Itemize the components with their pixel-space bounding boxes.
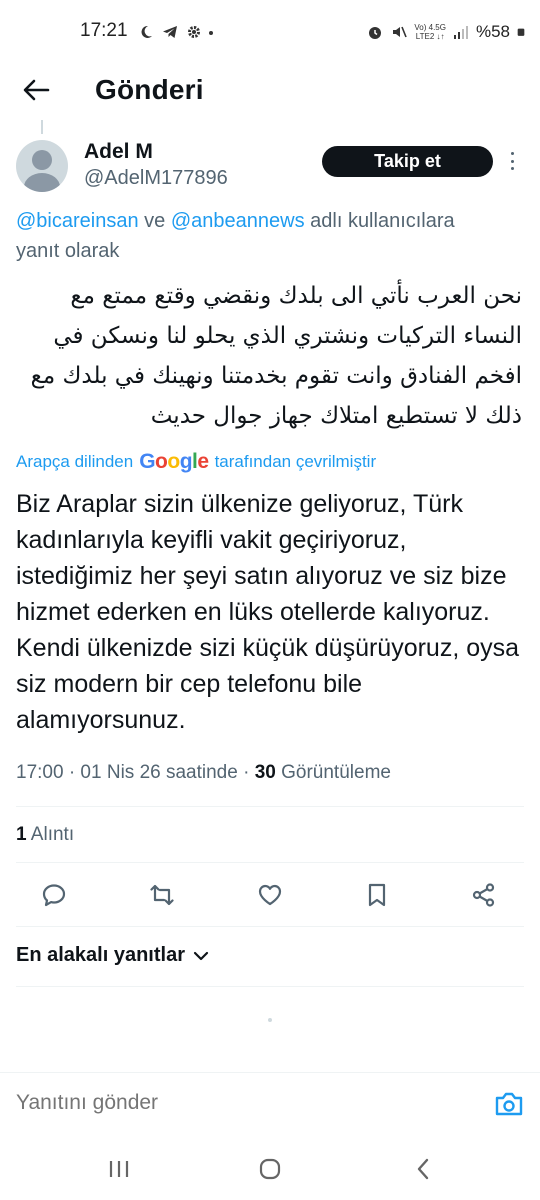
status-notification-icons <box>138 20 202 44</box>
telegram-icon <box>163 26 177 38</box>
mention-link[interactable]: @bicareinsan <box>16 210 139 232</box>
chevron-down-icon <box>193 951 209 960</box>
translation-prefix: Arapça dilinden <box>16 452 134 471</box>
recent-apps-icon <box>109 1161 129 1177</box>
thread-connector <box>41 120 43 134</box>
reply-context-line2: yanıt olarak <box>16 240 120 262</box>
moon-icon <box>141 25 152 38</box>
like-button[interactable] <box>255 880 285 910</box>
post-meta: 17:00 · 01 Nis 26 saatinde · 30 Görüntül… <box>16 762 391 784</box>
replies-sort-dropdown[interactable]: En alakalı yanıtlar <box>16 944 209 967</box>
system-nav-bar <box>0 1136 540 1200</box>
status-time: 17:21 <box>80 20 128 41</box>
follow-button[interactable]: Takip et <box>322 146 493 177</box>
battery-icon <box>517 28 525 36</box>
share-icon <box>472 883 495 907</box>
camera-icon <box>495 1092 523 1116</box>
recent-apps-button[interactable] <box>104 1156 134 1182</box>
divider <box>16 926 524 927</box>
bookmark-icon <box>368 883 386 907</box>
translation-credit[interactable]: Arapça dilinden Google tarafından çevril… <box>16 450 376 474</box>
bookmark-button[interactable] <box>362 880 392 910</box>
camera-button[interactable] <box>493 1089 525 1119</box>
share-button[interactable] <box>469 880 499 910</box>
author-handle[interactable]: @AdelM177896 <box>84 167 228 190</box>
more-options-icon[interactable] <box>506 150 518 172</box>
signal-icon <box>453 26 468 39</box>
post-text-translation: Biz Araplar sizin ülkenize geliyoruz, Tü… <box>16 490 520 734</box>
action-bar <box>0 874 540 914</box>
app-header: Gönderi <box>0 60 540 120</box>
retweet-button[interactable] <box>147 880 177 910</box>
home-button[interactable] <box>255 1156 285 1182</box>
divider <box>16 986 524 987</box>
sort-label: En alakalı yanıtlar <box>16 944 185 966</box>
status-bar: 17:21 Vo) 4.5G LTE2 ↓↑ %58 <box>0 0 540 64</box>
retweet-icon <box>150 884 174 906</box>
page-title: Gönderi <box>95 74 204 105</box>
status-system-icons: Vo) 4.5G LTE2 ↓↑ %58 <box>366 20 526 44</box>
reply-icon <box>42 884 66 907</box>
battery-level: %58 <box>475 22 510 41</box>
post-text-original: نحن العرب نأتي الى بلدك ونقضي وقتع ممتع … <box>30 283 522 429</box>
reply-context-suffix: adlı kullanıcılara <box>304 210 455 232</box>
reply-composer <box>0 1072 540 1132</box>
divider <box>16 806 524 807</box>
views-count: 30 <box>254 762 276 783</box>
google-logo: Google <box>139 450 209 473</box>
like-icon <box>258 884 282 906</box>
reply-button[interactable] <box>39 880 69 910</box>
settings-icon <box>188 26 200 38</box>
chevron-left-icon <box>417 1158 429 1180</box>
quotes-label: Alıntı <box>26 824 75 845</box>
reply-context-and: ve <box>138 210 171 232</box>
divider <box>16 862 524 863</box>
quotes-stat[interactable]: 1 Alıntı <box>16 824 74 846</box>
back-nav-button[interactable] <box>408 1156 438 1182</box>
quotes-count: 1 <box>16 824 27 845</box>
views-label: Görüntüleme <box>275 762 391 783</box>
avatar[interactable] <box>16 140 68 192</box>
arrow-left-icon <box>23 79 50 101</box>
notification-dot <box>209 31 213 35</box>
mention-link[interactable]: @anbeannews <box>171 210 305 232</box>
home-icon <box>259 1158 281 1180</box>
network-indicator: Vo) 4.5G LTE2 ↓↑ <box>414 23 446 41</box>
author-display-name[interactable]: Adel M <box>84 140 153 164</box>
reply-context: @bicareinsan ve @anbeannews adlı kullanı… <box>16 210 455 233</box>
alarm-icon <box>369 27 382 39</box>
reply-input[interactable] <box>16 1091 456 1115</box>
loading-indicator <box>268 1018 272 1022</box>
mute-icon <box>393 26 408 38</box>
translation-suffix: tarafından çevrilmiştir <box>214 452 377 471</box>
post-timestamp[interactable]: 17:00 · 01 Nis 26 saatinde · <box>16 762 255 783</box>
back-button[interactable] <box>18 74 54 106</box>
